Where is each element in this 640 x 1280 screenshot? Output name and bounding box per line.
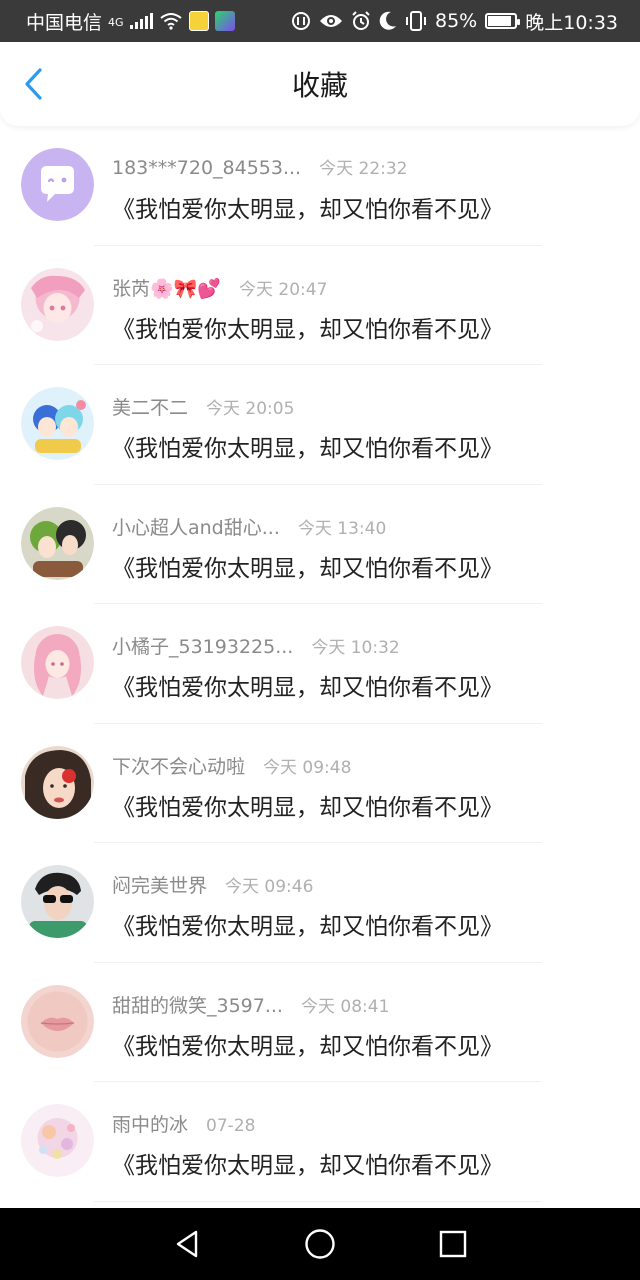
timestamp: 今天 13:40 [297, 518, 387, 539]
data-saver-icon [292, 12, 310, 30]
favorite-content[interactable]: 《我怕爱你太明显，却又怕你看不见》 [112, 549, 620, 583]
timestamp: 今天 09:46 [225, 877, 314, 897]
carrier-label: 中国电信 [26, 11, 103, 34]
signal-icon [129, 13, 153, 29]
username[interactable]: 甜甜的微笑_3597... [112, 991, 283, 1018]
timestamp: 今天 20:47 [238, 279, 328, 300]
pastel-art-avatar[interactable] [21, 1104, 94, 1177]
default-chat-avatar[interactable] [21, 148, 94, 221]
status-bar: 中国电信 4G 85% 晚上10:33 [0, 0, 640, 42]
list-item[interactable]: 下次不会心动啦 今天 09:48 《我怕爱你太明显，却又怕你看不见》 [0, 724, 640, 844]
clock: 晚上10:33 [525, 11, 618, 34]
username[interactable]: 下次不会心动啦 [112, 752, 245, 779]
list-item[interactable]: 183***720_84553... 今天 22:32 《我怕爱你太明显，却又怕… [0, 126, 640, 246]
back-nav-button[interactable] [167, 1224, 207, 1264]
list-item[interactable]: 小心超人and甜心... 今天 13:40 《我怕爱你太明显，却又怕你看不见》 [0, 485, 640, 605]
chevron-left-icon [25, 68, 42, 100]
favorite-content[interactable]: 《我怕爱你太明显，却又怕你看不见》 [112, 310, 620, 344]
timestamp: 今天 08:41 [300, 996, 390, 1017]
favorite-content[interactable]: 《我怕爱你太明显，却又怕你看不见》 [112, 668, 620, 702]
moon-icon [379, 11, 396, 30]
timestamp: 07-28 [206, 1116, 256, 1136]
app-header: 收藏 [0, 42, 640, 126]
username[interactable]: 雨中的冰 [112, 1110, 188, 1137]
list-item[interactable]: 闷完美世界 今天 09:46 《我怕爱你太明显，却又怕你看不见》 [0, 843, 640, 963]
list-item[interactable]: 雨中的冰 07-28 《我怕爱你太明显，却又怕你看不见》 [0, 1082, 640, 1202]
page-title: 收藏 [291, 69, 348, 102]
app-notification-icon [188, 11, 209, 31]
username[interactable]: 小橘子_53193225... [112, 632, 293, 659]
square-recents-icon [440, 1230, 467, 1258]
timestamp: 今天 22:32 [319, 159, 408, 179]
anime-couple-avatar[interactable] [21, 506, 94, 580]
favorite-content[interactable]: 《我怕爱你太明显，却又怕你看不见》 [112, 788, 620, 822]
anime-girl-avatar[interactable] [21, 626, 94, 699]
system-nav-bar [0, 1208, 640, 1280]
wifi-icon [159, 13, 182, 30]
timestamp: 今天 10:32 [311, 638, 400, 658]
circle-home-icon [305, 1229, 335, 1259]
favorite-content[interactable]: 《我怕爱你太明显，却又怕你看不见》 [112, 190, 620, 224]
vibrate-icon [406, 11, 426, 31]
timestamp: 今天 20:05 [206, 399, 295, 419]
list-item[interactable]: 张芮🌸🎀💕 今天 20:47 《我怕爱你太明显，却又怕你看不见》 [0, 246, 640, 366]
username[interactable]: 闷完美世界 [112, 871, 207, 898]
favorites-list: 183***720_84553... 今天 22:32 《我怕爱你太明显，却又怕… [0, 126, 640, 1202]
list-item[interactable]: 美二不二 今天 20:05 《我怕爱你太明显，却又怕你看不见》 [0, 365, 640, 485]
anime-pink-avatar[interactable] [21, 267, 94, 341]
timestamp: 今天 09:48 [263, 757, 352, 778]
favorite-content[interactable]: 《我怕爱你太明显，却又怕你看不见》 [112, 429, 620, 463]
list-item[interactable]: 甜甜的微笑_3597... 今天 08:41 《我怕爱你太明显，却又怕你看不见》 [0, 963, 640, 1083]
iqiyi-notification-icon [214, 11, 235, 31]
battery-icon [485, 13, 521, 29]
illustrated-girl-avatar[interactable] [21, 745, 94, 819]
username[interactable]: 张芮🌸🎀💕 [112, 274, 221, 301]
lips-photo-avatar[interactable] [21, 984, 94, 1058]
network-type: 4G [108, 15, 124, 29]
username[interactable]: 183***720_84553... [112, 157, 301, 179]
list-item[interactable]: 小橘子_53193225... 今天 10:32 《我怕爱你太明显，却又怕你看不… [0, 604, 640, 724]
recents-nav-button[interactable] [433, 1224, 473, 1264]
favorite-content[interactable]: 《我怕爱你太明显，却又怕你看不见》 [112, 1146, 620, 1180]
eye-icon [320, 15, 342, 27]
photo-boy-avatar[interactable] [21, 865, 94, 938]
battery-percent: 85% [435, 10, 478, 32]
triangle-back-icon [176, 1230, 197, 1258]
alarm-icon [352, 11, 370, 30]
back-button[interactable] [14, 64, 54, 104]
home-nav-button[interactable] [300, 1224, 340, 1264]
anime-blue-avatar[interactable] [21, 387, 94, 460]
username[interactable]: 美二不二 [112, 393, 188, 420]
favorite-content[interactable]: 《我怕爱你太明显，却又怕你看不见》 [112, 907, 620, 941]
favorite-content[interactable]: 《我怕爱你太明显，却又怕你看不见》 [112, 1027, 620, 1061]
username[interactable]: 小心超人and甜心... [112, 513, 280, 540]
